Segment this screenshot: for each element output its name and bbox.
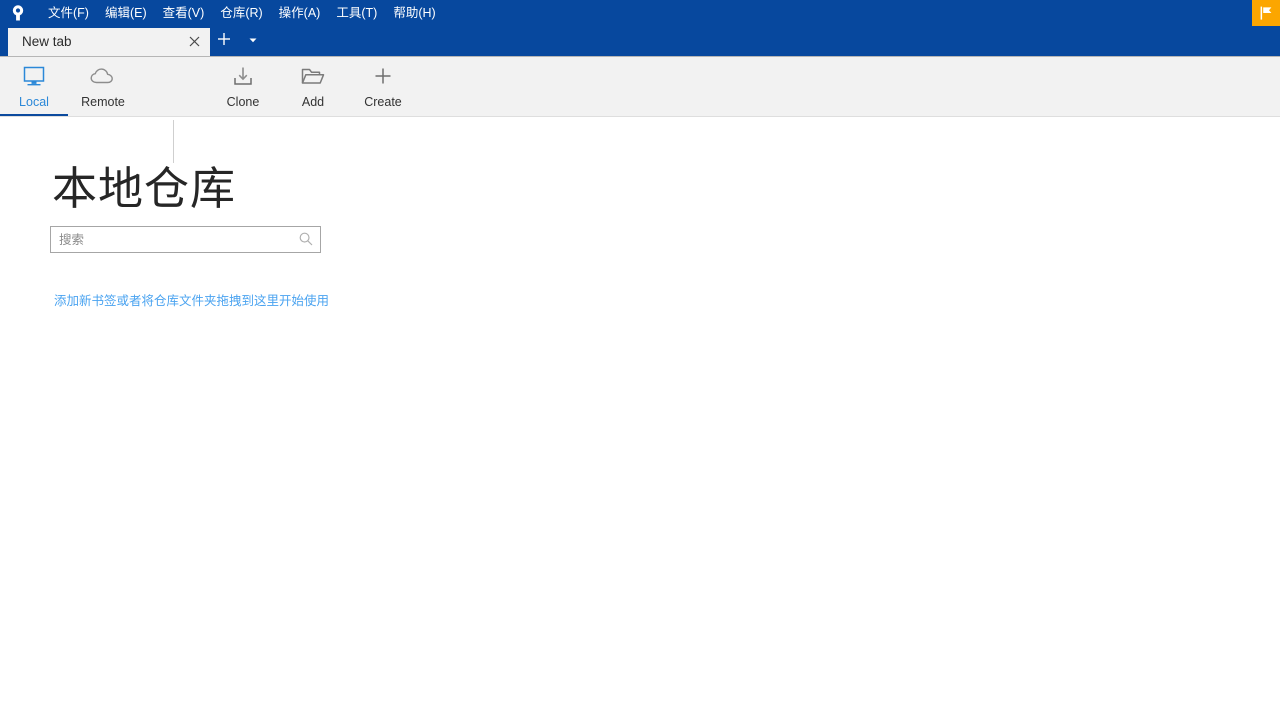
toolbar-label-clone: Clone bbox=[209, 95, 277, 109]
app-logo-icon bbox=[8, 3, 28, 23]
folder-open-icon bbox=[279, 65, 347, 91]
toolbar-item-clone[interactable]: Clone bbox=[209, 57, 277, 116]
flag-badge-button[interactable] bbox=[1252, 0, 1280, 26]
toolbar-item-create[interactable]: Create bbox=[349, 57, 417, 116]
page-title: 本地仓库 bbox=[52, 152, 236, 217]
toolbar-label-add: Add bbox=[279, 95, 347, 109]
download-icon bbox=[209, 65, 277, 91]
search-box[interactable] bbox=[50, 226, 321, 253]
menu-actions[interactable]: 操作(A) bbox=[271, 0, 329, 27]
close-icon[interactable] bbox=[186, 34, 202, 50]
add-bookmark-hint-link[interactable]: 添加新书签或者将仓库文件夹拖拽到这里开始使用 bbox=[54, 290, 329, 309]
app-window: 文件(F) 编辑(E) 查看(V) 仓库(R) 操作(A) 工具(T) 帮助(H… bbox=[0, 0, 1280, 720]
search-input[interactable] bbox=[51, 227, 292, 252]
tab-label: New tab bbox=[22, 34, 72, 49]
menu-view[interactable]: 查看(V) bbox=[155, 0, 213, 27]
menu-tools[interactable]: 工具(T) bbox=[328, 0, 385, 27]
toolbar-item-local[interactable]: Local bbox=[0, 57, 68, 116]
toolbar-label-remote: Remote bbox=[69, 95, 137, 109]
menu-file[interactable]: 文件(F) bbox=[40, 0, 97, 27]
plus-icon bbox=[349, 65, 417, 91]
tab-strip: New tab bbox=[0, 27, 1280, 57]
title-bar: 文件(F) 编辑(E) 查看(V) 仓库(R) 操作(A) 工具(T) 帮助(H… bbox=[0, 0, 1280, 57]
main-toolbar: Local Remote Clone bbox=[0, 57, 1280, 117]
menu-repository[interactable]: 仓库(R) bbox=[212, 0, 270, 27]
new-tab-button[interactable] bbox=[213, 28, 235, 56]
menu-edit[interactable]: 编辑(E) bbox=[97, 0, 155, 27]
toolbar-item-add[interactable]: Add bbox=[279, 57, 347, 116]
search-icon[interactable] bbox=[298, 231, 314, 247]
menu-bar: 文件(F) 编辑(E) 查看(V) 仓库(R) 操作(A) 工具(T) 帮助(H… bbox=[40, 0, 444, 27]
toolbar-label-local: Local bbox=[0, 95, 68, 109]
tab-new-tab[interactable]: New tab bbox=[8, 28, 210, 57]
flag-icon bbox=[1252, 5, 1280, 21]
monitor-icon bbox=[0, 65, 68, 91]
cloud-icon bbox=[69, 65, 137, 91]
menu-help[interactable]: 帮助(H) bbox=[385, 0, 443, 27]
toolbar-item-remote[interactable]: Remote bbox=[69, 57, 137, 116]
toolbar-label-create: Create bbox=[349, 95, 417, 109]
chevron-down-icon[interactable] bbox=[242, 28, 264, 56]
